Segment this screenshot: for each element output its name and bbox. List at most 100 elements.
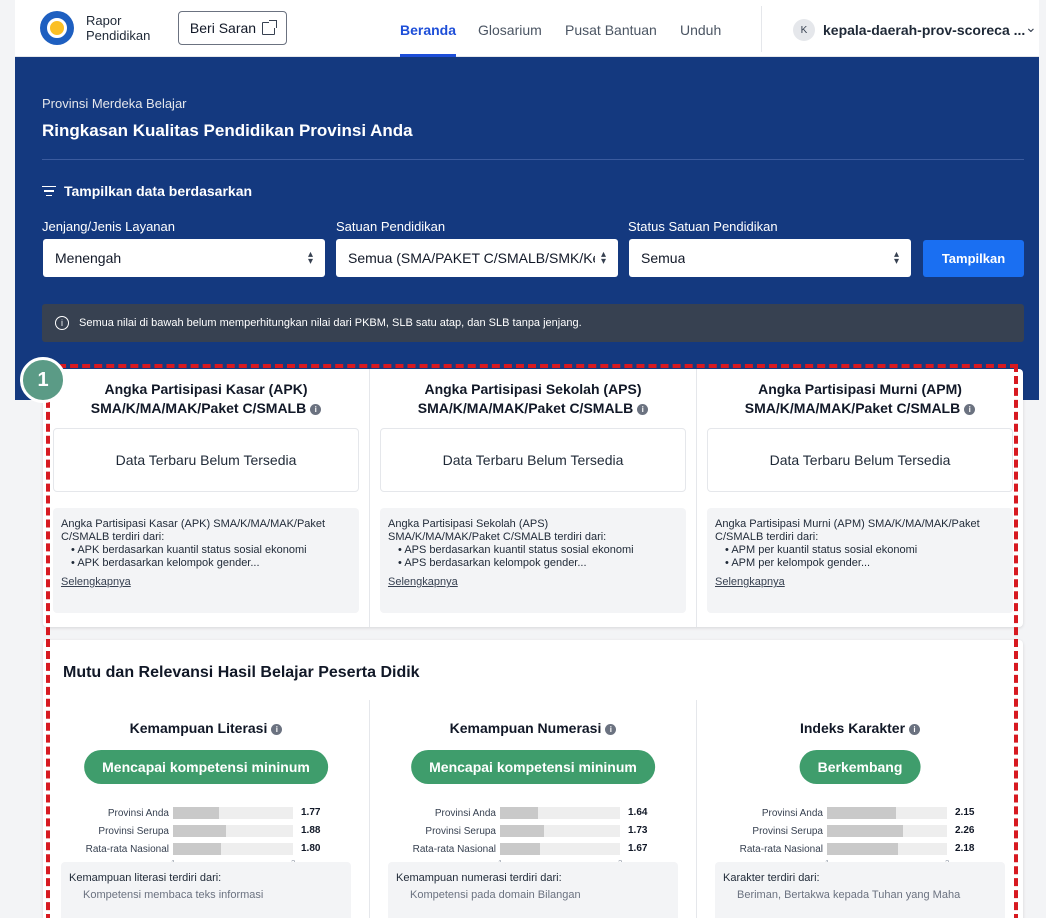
tut-wuri-logo-icon[interactable] <box>40 11 74 45</box>
select-arrows-icon: ▴ ▾ <box>893 249 899 267</box>
bar-fill <box>827 825 903 837</box>
bar-label-text: Provinsi Anda <box>107 808 169 819</box>
list-item: APS berdasarkan kelompok gender... <box>398 557 678 570</box>
status-badge: Berkembang <box>799 750 921 784</box>
satuan-select[interactable]: Semua (SMA/PAKET C/SMALB/SMK/Ke ▴ ▾ <box>336 239 618 277</box>
status-box: Data Terbaru Belum Tersedia <box>707 428 1013 492</box>
bar-label: Rata-rata Nasional <box>43 843 169 857</box>
description-box: Angka Partisipasi Kasar (APK) SMA/K/MA/M… <box>53 508 359 613</box>
info-icon[interactable]: i <box>964 404 976 415</box>
apm-column: Angka Partisipasi Murni (APM) SMA/K/MA/M… <box>697 369 1023 627</box>
bar-value: 1.77 <box>301 807 321 818</box>
bar-label: Provinsi Anda <box>697 807 823 821</box>
bar-label: Provinsi Serupa <box>43 825 169 839</box>
list-item: APM per kuantil status sosial ekonomi <box>725 544 1005 557</box>
bar-value: 1.88 <box>301 825 321 836</box>
bar-fill <box>500 825 544 837</box>
bar-label-text: Provinsi Anda <box>434 808 496 819</box>
bar-label-text: Rata-rata Nasional <box>412 844 496 855</box>
participation-card: Angka Partisipasi Kasar (APK) SMA/K/MA/M… <box>43 369 1023 627</box>
brand-name[interactable]: Rapor Pendidikan <box>86 13 150 43</box>
top-navbar: Rapor Pendidikan Beri Saran Beranda Glos… <box>15 0 1039 57</box>
select-arrows-icon: ▴ ▾ <box>307 249 313 267</box>
filter-label-status: Status Satuan Pendidikan <box>628 219 778 234</box>
bar-value: 1.64 <box>628 807 648 818</box>
user-name[interactable]: kepala-daerah-prov-scoreca ... <box>823 22 1025 38</box>
filter-label-jenjang: Jenjang/Jenis Layanan <box>42 219 175 234</box>
bar-track <box>827 825 947 837</box>
bar-value: 1.67 <box>628 843 648 854</box>
bar-fill <box>500 843 541 855</box>
bar-track <box>500 825 620 837</box>
metric-title: Indeks Karakter i <box>697 720 1023 736</box>
list-item: APK berdasarkan kuantil status sosial ek… <box>71 544 351 557</box>
chevron-down-icon[interactable]: ⌄ <box>1025 19 1037 36</box>
bar-track <box>173 807 293 819</box>
bar-fill <box>827 807 896 819</box>
description-box: Kemampuan numerasi terdiri dari: Kompete… <box>388 862 678 918</box>
info-icon[interactable]: i <box>271 724 283 735</box>
bar-fill <box>173 825 226 837</box>
bar-label-text: Rata-rata Nasional <box>85 844 169 855</box>
bar-label-text: Provinsi Anda <box>761 808 823 819</box>
info-icon[interactable]: i <box>605 724 617 735</box>
list-item: APM per kelompok gender... <box>725 557 1005 570</box>
quality-columns: Kemampuan Literasi i Mencapai kompetensi … <box>43 700 1023 918</box>
bar-track <box>173 825 293 837</box>
bar-label: Provinsi Serupa <box>370 825 496 839</box>
apm-title: Angka Partisipasi Murni (APM) SMA/K/MA/M… <box>697 380 1023 418</box>
info-banner: i Semua nilai di bawah belum memperhitun… <box>42 304 1024 342</box>
page-title: Ringkasan Kualitas Pendidikan Provinsi A… <box>42 121 413 140</box>
province-name: Provinsi Merdeka Belajar <box>42 96 187 111</box>
apk-title: Angka Partisipasi Kasar (APK) SMA/K/MA/M… <box>43 380 369 418</box>
bar-track <box>500 807 620 819</box>
tampilkan-button[interactable]: Tampilkan <box>923 240 1024 277</box>
bar-label: Rata-rata Nasional <box>370 843 496 857</box>
user-avatar[interactable]: K <box>793 19 815 41</box>
quality-card: Mutu dan Relevansi Hasil Belajar Peserta… <box>43 640 1023 918</box>
bar-value: 2.18 <box>955 843 975 854</box>
step-badge: 1 <box>20 357 66 403</box>
bar-label-text: Provinsi Serupa <box>98 826 169 837</box>
status-select[interactable]: Semua ▴ ▾ <box>629 239 911 277</box>
bar-fill <box>500 807 539 819</box>
bar-track <box>173 843 293 855</box>
hero-panel: Provinsi Merdeka Belajar Ringkasan Kuali… <box>15 57 1039 400</box>
metric-title: Kemampuan Literasi i <box>43 720 369 736</box>
tab-glosarium[interactable]: Glosarium <box>478 22 542 38</box>
info-icon[interactable]: i <box>310 404 322 415</box>
nav-divider <box>761 6 762 52</box>
bar-fill <box>173 807 220 819</box>
bar-label: Provinsi Anda <box>43 807 169 821</box>
bar-value: 2.15 <box>955 807 975 818</box>
aps-column: Angka Partisipasi Sekolah (APS) SMA/K/MA… <box>370 369 697 627</box>
selengkapnya-link[interactable]: Selengkapnya <box>388 576 458 589</box>
bar-track <box>827 807 947 819</box>
tab-unduh[interactable]: Unduh <box>680 22 721 38</box>
karakter-column: Indeks Karakter i Berkembang Provinsi And… <box>697 700 1023 918</box>
description-box: Kemampuan literasi terdiri dari: Kompete… <box>61 862 351 918</box>
filter-label-satuan: Satuan Pendidikan <box>336 219 446 234</box>
bar-value: 1.73 <box>628 825 648 836</box>
bar-track <box>500 843 620 855</box>
info-icon[interactable]: i <box>637 404 649 415</box>
selengkapnya-link[interactable]: Selengkapnya <box>61 576 131 589</box>
bar-label: Rata-rata Nasional <box>697 843 823 857</box>
beri-saran-button[interactable]: Beri Saran <box>178 11 287 45</box>
description-box: Karakter terdiri dari: Beriman, Bertakwa… <box>715 862 1005 918</box>
divider <box>42 159 1024 160</box>
jenjang-select[interactable]: Menengah ▴ ▾ <box>43 239 325 277</box>
bar-label-text: Provinsi Serupa <box>752 826 823 837</box>
bar-label: Provinsi Serupa <box>697 825 823 839</box>
bar-label-text: Provinsi Serupa <box>425 826 496 837</box>
tab-beranda[interactable]: Beranda <box>400 22 457 57</box>
info-icon[interactable]: i <box>909 724 921 735</box>
filter-icon <box>42 185 56 197</box>
description-box: Angka Partisipasi Sekolah (APS) SMA/K/MA… <box>380 508 686 613</box>
bar-label: Provinsi Anda <box>370 807 496 821</box>
selengkapnya-link[interactable]: Selengkapnya <box>715 576 785 589</box>
external-link-icon <box>262 19 278 35</box>
tab-pusat-bantuan[interactable]: Pusat Bantuan <box>565 22 657 38</box>
list-item: APK berdasarkan kelompok gender... <box>71 557 351 570</box>
bar-label-text: Rata-rata Nasional <box>739 844 823 855</box>
